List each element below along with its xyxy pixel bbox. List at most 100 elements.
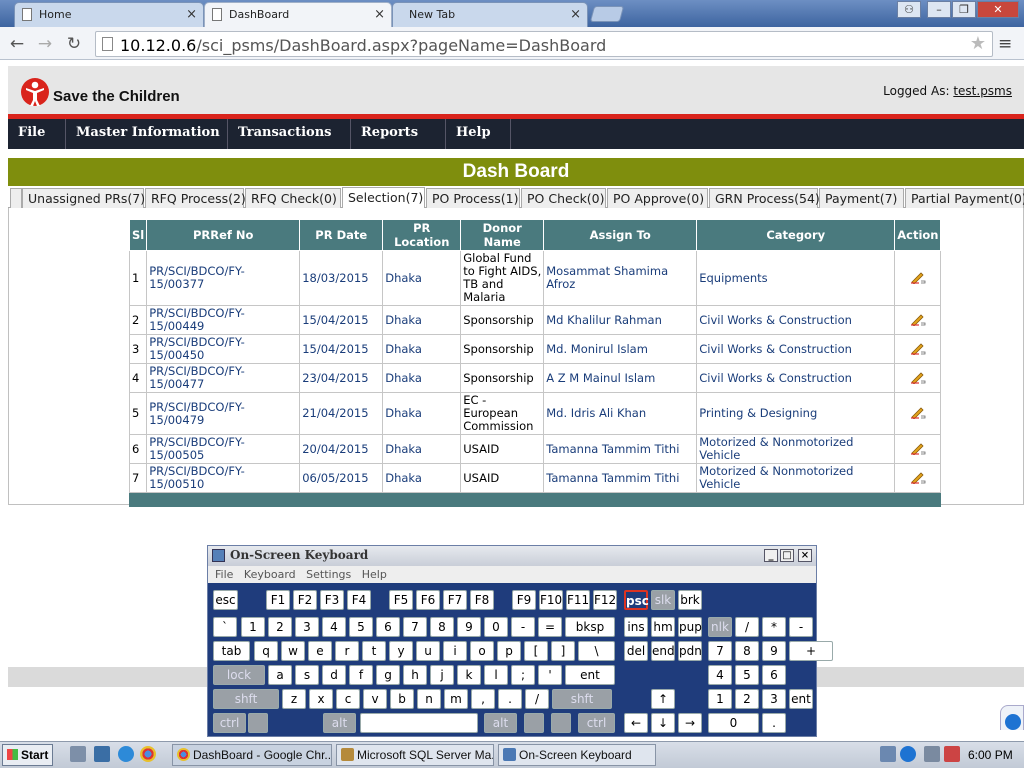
osk-key[interactable]: t xyxy=(362,641,386,661)
tab-grn-process[interactable]: GRN Process(54) xyxy=(709,188,820,208)
osk-key[interactable]: 7 xyxy=(403,617,427,637)
menu-transactions[interactable]: Transactions xyxy=(228,119,351,149)
osk-key[interactable]: z xyxy=(282,689,306,709)
osk-key[interactable]: F6 xyxy=(416,590,440,610)
browser-menu-icon[interactable]: ≡ xyxy=(998,34,1012,54)
osk-key[interactable]: d xyxy=(322,665,346,685)
osk-key[interactable]: b xyxy=(390,689,414,709)
osk-key[interactable]: 5 xyxy=(349,617,373,637)
osk-key[interactable]: g xyxy=(376,665,400,685)
osk-key[interactable]: n xyxy=(417,689,441,709)
teamviewer-icon[interactable] xyxy=(1000,705,1024,730)
osk-key[interactable]: psc xyxy=(624,590,649,610)
osk-key[interactable]: f xyxy=(349,665,373,685)
osk-key[interactable]: j xyxy=(430,665,454,685)
osk-key[interactable]: + xyxy=(789,641,833,661)
osk-key[interactable]: ↑ xyxy=(651,689,675,709)
tab-po-process[interactable]: PO Process(1) xyxy=(426,188,520,208)
osk-key[interactable]: brk xyxy=(678,590,702,610)
tab-payment[interactable]: Payment(7) xyxy=(819,188,904,208)
edit-pencil-icon[interactable] xyxy=(910,441,926,455)
close-icon[interactable]: × xyxy=(186,7,197,22)
tray-network-icon[interactable] xyxy=(880,746,896,762)
bookmark-star-icon[interactable]: ★ xyxy=(970,33,986,54)
show-desktop-icon[interactable] xyxy=(94,746,110,762)
osk-key[interactable]: bksp xyxy=(565,617,615,637)
osk-key[interactable]: 8 xyxy=(735,641,759,661)
osk-key[interactable]: lock xyxy=(213,665,265,685)
osk-menu-keyboard[interactable]: Keyboard xyxy=(244,568,296,581)
edit-pencil-icon[interactable] xyxy=(910,341,926,355)
osk-key[interactable]: del xyxy=(624,641,648,661)
osk-key[interactable]: 8 xyxy=(430,617,454,637)
close-icon[interactable]: × xyxy=(570,7,581,22)
osk-key[interactable]: . xyxy=(762,713,786,733)
osk-key[interactable]: y xyxy=(389,641,413,661)
edit-pencil-icon[interactable] xyxy=(910,470,926,484)
osk-key[interactable]: ent xyxy=(565,665,615,685)
edit-pencil-icon[interactable] xyxy=(910,312,926,326)
osk-key[interactable]: 5 xyxy=(735,665,759,685)
restore-icon[interactable]: ❐ xyxy=(952,1,976,18)
osk-key[interactable]: alt xyxy=(323,713,356,733)
start-button[interactable]: Start xyxy=(2,744,53,766)
reload-icon[interactable]: ↻ xyxy=(64,34,84,54)
forward-arrow-icon[interactable]: → xyxy=(35,34,55,54)
osk-key[interactable]: 3 xyxy=(295,617,319,637)
windows-key-icon[interactable] xyxy=(248,713,268,733)
osk-key[interactable]: 6 xyxy=(762,665,786,685)
osk-key[interactable]: pdn xyxy=(678,641,702,661)
osk-menu-settings[interactable]: Settings xyxy=(306,568,351,581)
osk-key[interactable]: ctrl xyxy=(578,713,615,733)
tab-selection[interactable]: Selection(7) xyxy=(342,187,425,208)
tab-po-approve[interactable]: PO Approve(0) xyxy=(607,188,708,208)
osk-key[interactable]: ent xyxy=(789,689,813,709)
taskbar-item-osk[interactable]: On-Screen Keyboard xyxy=(498,744,656,766)
browser-tab-new[interactable]: New Tab × xyxy=(392,2,588,27)
tray-monitor-icon[interactable] xyxy=(924,746,940,762)
user-link[interactable]: test.psms xyxy=(953,84,1012,98)
osk-space-key[interactable] xyxy=(360,713,478,733)
osk-key[interactable]: = xyxy=(538,617,562,637)
osk-key[interactable]: F12 xyxy=(593,590,617,610)
osk-key[interactable]: 0 xyxy=(708,713,759,733)
browser-tab-home[interactable]: Home × xyxy=(14,2,204,27)
edit-pencil-icon[interactable] xyxy=(910,405,926,419)
osk-key[interactable]: → xyxy=(678,713,702,733)
osk-maximize-button[interactable]: □ xyxy=(780,549,794,562)
minimize-icon[interactable]: – xyxy=(927,1,951,18)
osk-key[interactable]: * xyxy=(762,617,786,637)
osk-key[interactable]: x xyxy=(309,689,333,709)
osk-key[interactable]: . xyxy=(498,689,522,709)
osk-key[interactable]: v xyxy=(363,689,387,709)
new-tab-button[interactable] xyxy=(589,6,625,22)
menu-reports[interactable]: Reports xyxy=(351,119,446,149)
tab-po-check[interactable]: PO Check(0) xyxy=(521,188,606,208)
osk-key[interactable]: F11 xyxy=(566,590,590,610)
osk-menu-file[interactable]: File xyxy=(215,568,233,581)
browser-tab-dashboard[interactable]: DashBoard × xyxy=(204,2,392,27)
osk-key[interactable]: ↓ xyxy=(651,713,675,733)
osk-key[interactable]: / xyxy=(525,689,549,709)
menu-master-information[interactable]: Master Information xyxy=(66,119,228,149)
taskbar-item-sql-server[interactable]: Microsoft SQL Server Ma... xyxy=(336,744,494,766)
tab-rfq-process[interactable]: RFQ Process(2) xyxy=(145,188,246,208)
osk-key[interactable]: 9 xyxy=(762,641,786,661)
user-profile-icon[interactable]: ⚇ xyxy=(897,1,921,18)
osk-key[interactable]: end xyxy=(651,641,675,661)
osk-key[interactable]: ins xyxy=(624,617,648,637)
osk-key[interactable]: k xyxy=(457,665,481,685)
osk-key[interactable]: 7 xyxy=(708,641,732,661)
osk-key[interactable]: m xyxy=(444,689,468,709)
osk-key[interactable]: ← xyxy=(624,713,648,733)
osk-key[interactable]: tab xyxy=(213,641,250,661)
tab-unassigned-prs[interactable]: Unassigned PRs(7) xyxy=(22,188,145,208)
tab-rfq-check[interactable]: RFQ Check(0) xyxy=(245,188,341,208)
osk-key[interactable]: F3 xyxy=(320,590,344,610)
menu-help[interactable]: Help xyxy=(446,119,511,149)
osk-key[interactable]: r xyxy=(335,641,359,661)
osk-key[interactable]: 4 xyxy=(322,617,346,637)
osk-menu-help[interactable]: Help xyxy=(362,568,387,581)
windows-key-icon[interactable] xyxy=(524,713,544,733)
osk-key[interactable]: hm xyxy=(651,617,675,637)
